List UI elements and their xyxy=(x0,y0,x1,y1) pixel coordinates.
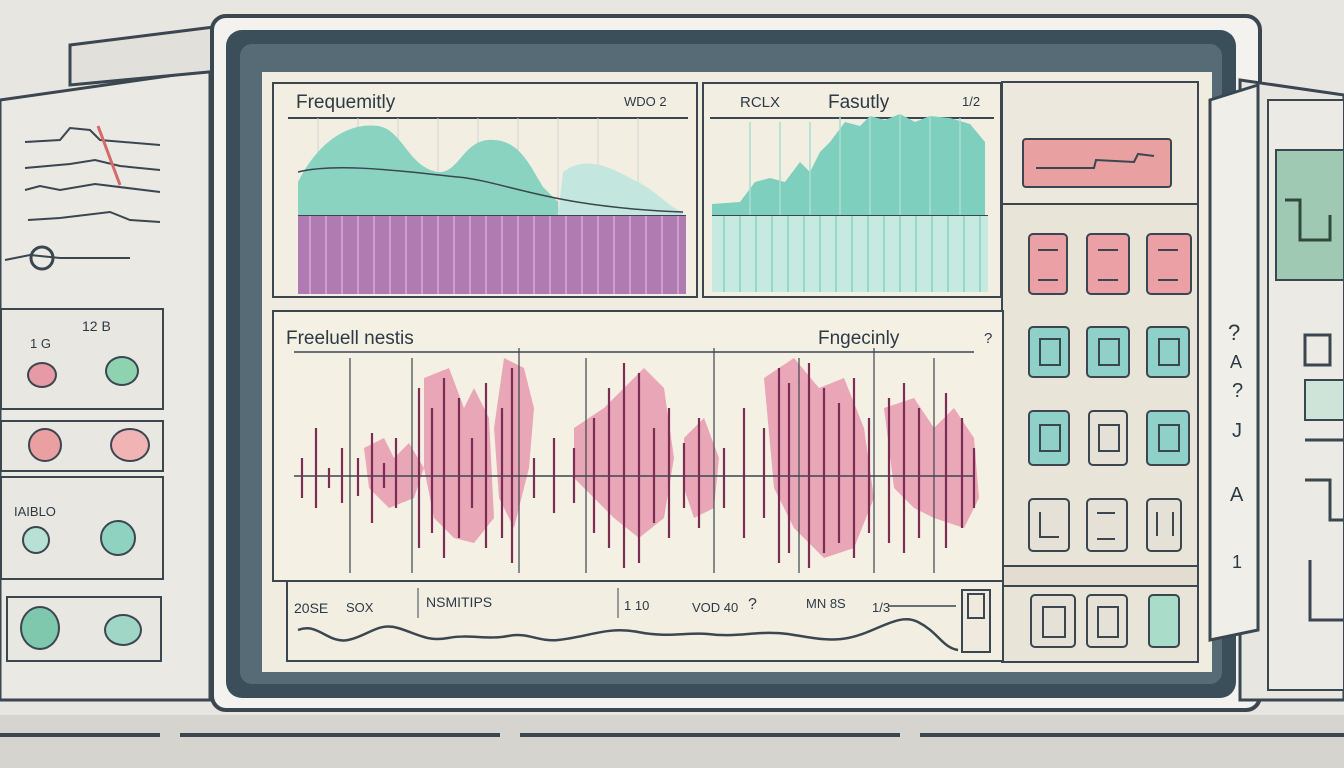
top-left-chart-panel: Frequemitly WDO 2 xyxy=(272,82,698,298)
list-icon xyxy=(1098,249,1118,281)
menu-icon xyxy=(1097,606,1119,638)
red-button-1[interactable] xyxy=(1028,233,1068,295)
red-knob-right[interactable] xyxy=(110,428,150,462)
top-left-chart-title: Frequemitly xyxy=(296,92,396,113)
left-signal-traces xyxy=(4,125,161,271)
red-display-button[interactable] xyxy=(1022,138,1172,188)
bottom-strip-wave xyxy=(297,588,991,653)
teal-area-faded xyxy=(558,163,683,217)
menu-icon xyxy=(1039,424,1061,452)
teal-button-3[interactable] xyxy=(1146,326,1190,378)
green-knob[interactable] xyxy=(105,356,139,386)
teal-knob-small[interactable] xyxy=(22,526,50,554)
red-button-3[interactable] xyxy=(1146,233,1192,295)
top-right-chart-plot xyxy=(710,114,994,292)
menu-icon xyxy=(1042,606,1066,638)
bottom-readout-strip: 20SE SOX NSMITIPS 1 10 VOD 40 ? MN 8S 1/… xyxy=(286,580,1004,662)
device-screen: 12 B 1 G IAIBLO Frequemitly WDO 2 RCLX F… xyxy=(0,0,1344,768)
menu-icon xyxy=(1098,338,1120,366)
grey-button-4[interactable] xyxy=(1146,498,1182,552)
grey-button-1[interactable] xyxy=(1088,410,1128,466)
top-right-chart-corner: 1/2 xyxy=(962,94,981,109)
red-display-trace-icon xyxy=(1036,152,1155,169)
tower-glyph-6: 1 xyxy=(1232,552,1243,572)
tower-glyph-3: ? xyxy=(1232,380,1244,402)
main-waveform-plot xyxy=(294,348,979,573)
teal-button-5[interactable] xyxy=(1146,410,1190,466)
top-right-chart-left-label: RCLX xyxy=(740,94,781,111)
left-control-box-3: IAIBLO xyxy=(0,476,164,580)
box1-label-b: 1 G xyxy=(30,336,51,351)
corner-icon xyxy=(1039,512,1059,538)
menu-icon xyxy=(1039,338,1061,366)
green-dial[interactable] xyxy=(20,606,60,650)
teal-button-6[interactable] xyxy=(1148,594,1180,648)
teal-button-1[interactable] xyxy=(1028,326,1070,378)
teal-area-right xyxy=(712,114,985,216)
grey-button-2[interactable] xyxy=(1028,498,1070,552)
teal-button-2[interactable] xyxy=(1086,326,1130,378)
top-left-chart-plot xyxy=(288,117,688,294)
list-icon xyxy=(1038,249,1058,281)
left-control-box-4 xyxy=(6,596,162,662)
grey-button-5[interactable] xyxy=(1030,594,1076,648)
top-right-chart-panel: RCLX Fasutly 1/2 xyxy=(702,82,1002,298)
grey-button-3[interactable] xyxy=(1086,498,1128,552)
red-knob-left[interactable] xyxy=(28,428,62,462)
teal-knob-large[interactable] xyxy=(100,520,136,556)
menu-icon xyxy=(1158,424,1180,452)
pink-knob[interactable] xyxy=(27,362,57,388)
left-control-box-2 xyxy=(0,420,164,472)
main-chart-right-label: Fngecinly xyxy=(818,328,900,349)
teal-dial[interactable] xyxy=(104,614,142,646)
tower-glyph-4: J xyxy=(1232,420,1242,442)
top-right-chart-title: Fasutly xyxy=(828,92,890,113)
tower-glyph-1: ? xyxy=(1228,320,1241,345)
main-chart-corner: ? xyxy=(984,330,993,347)
left-control-box-1: 12 B 1 G xyxy=(0,308,164,410)
list-icon xyxy=(1158,249,1178,281)
purple-bars-area xyxy=(298,216,686,294)
list-icon xyxy=(1097,512,1115,540)
box1-label-a: 12 B xyxy=(82,318,111,334)
top-left-chart-corner: WDO 2 xyxy=(624,94,667,109)
red-button-2[interactable] xyxy=(1086,233,1130,295)
main-waveform-panel: Freeluell nestis Fngecinly ? xyxy=(272,310,1004,582)
grey-button-6[interactable] xyxy=(1086,594,1128,648)
menu-icon xyxy=(1098,424,1120,452)
menu-icon xyxy=(1158,338,1180,366)
box3-label: IAIBLO xyxy=(14,504,56,519)
tower-glyph-2: A xyxy=(1230,352,1243,372)
tower-glyph-5: A xyxy=(1230,484,1244,506)
teal-button-4[interactable] xyxy=(1028,410,1070,466)
main-chart-title: Freeluell nestis xyxy=(286,328,414,349)
teal-area-main xyxy=(298,125,558,217)
bracket-icon xyxy=(1156,512,1174,536)
teal-bars-area-right xyxy=(712,216,988,292)
